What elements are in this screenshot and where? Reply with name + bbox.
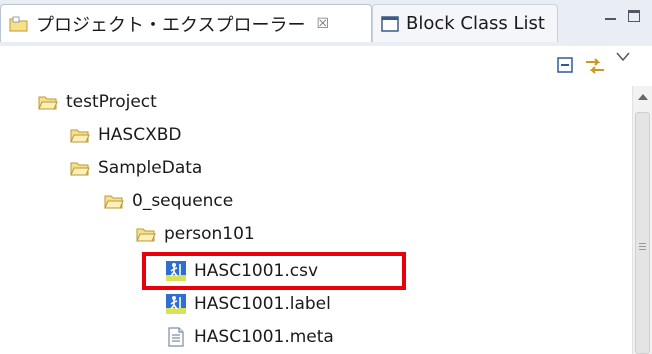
view-menu-icon[interactable] xyxy=(616,52,630,62)
scroll-up-icon[interactable] xyxy=(638,94,648,100)
minimize-icon[interactable] xyxy=(605,12,616,20)
tree-item-hasc1001-label[interactable]: HASC1001.label xyxy=(166,290,331,318)
window-icon xyxy=(381,15,399,32)
folder-icon xyxy=(70,162,90,176)
tree-item-label: HASCXBD xyxy=(98,125,182,145)
collapse-all-icon[interactable] xyxy=(556,56,574,74)
close-tab-icon[interactable]: ☒ xyxy=(316,16,329,32)
hasc-file-icon xyxy=(166,294,186,314)
tree-item-hascxbd[interactable]: HASCXBD xyxy=(70,121,181,149)
window-controls xyxy=(605,10,640,22)
tab-project-explorer-label: プロジェクト・エクスプローラー xyxy=(36,14,306,36)
hasc-file-icon xyxy=(166,261,186,281)
project-tree: testProject HASCXBD SampleData 0_sequenc… xyxy=(0,86,632,354)
tree-item-label: HASC1001.label xyxy=(194,294,331,314)
project-explorer-icon xyxy=(9,16,28,31)
tree-item-label: HASC1001.csv xyxy=(194,261,319,281)
tree-item-label: person101 xyxy=(164,224,255,244)
vertical-scrollbar[interactable] xyxy=(632,86,652,354)
tree-item-sampledata[interactable]: SampleData xyxy=(70,154,202,182)
tree-item-label: testProject xyxy=(66,92,157,112)
link-with-editor-icon[interactable] xyxy=(584,56,606,76)
scroll-thumb[interactable] xyxy=(635,112,650,354)
tree-item-person101[interactable]: person101 xyxy=(136,220,255,248)
folder-icon xyxy=(104,195,124,209)
tree-item-hasc1001-meta[interactable]: HASC1001.meta xyxy=(166,323,334,351)
tree-item-label: 0_sequence xyxy=(132,191,234,211)
view-toolbar xyxy=(0,46,652,86)
maximize-icon[interactable] xyxy=(628,10,640,22)
folder-icon xyxy=(136,228,156,242)
tree-item-0-sequence[interactable]: 0_sequence xyxy=(104,187,233,215)
tree-item-testproject[interactable]: testProject xyxy=(38,88,157,116)
project-folder-icon xyxy=(38,96,58,110)
grip-icon xyxy=(639,243,646,252)
tree-item-hasc1001-csv[interactable]: HASC1001.csv xyxy=(166,257,318,285)
tab-block-class-list[interactable]: Block Class List xyxy=(372,4,558,42)
tab-project-explorer[interactable]: プロジェクト・エクスプローラー ☒ xyxy=(0,4,372,42)
text-file-icon xyxy=(168,327,184,347)
folder-icon xyxy=(70,129,90,143)
view-tab-bar: プロジェクト・エクスプローラー ☒ Block Class List xyxy=(0,0,652,47)
tab-block-class-list-label: Block Class List xyxy=(406,13,545,34)
tree-item-label: SampleData xyxy=(98,158,203,178)
tree-item-label: HASC1001.meta xyxy=(194,327,334,347)
